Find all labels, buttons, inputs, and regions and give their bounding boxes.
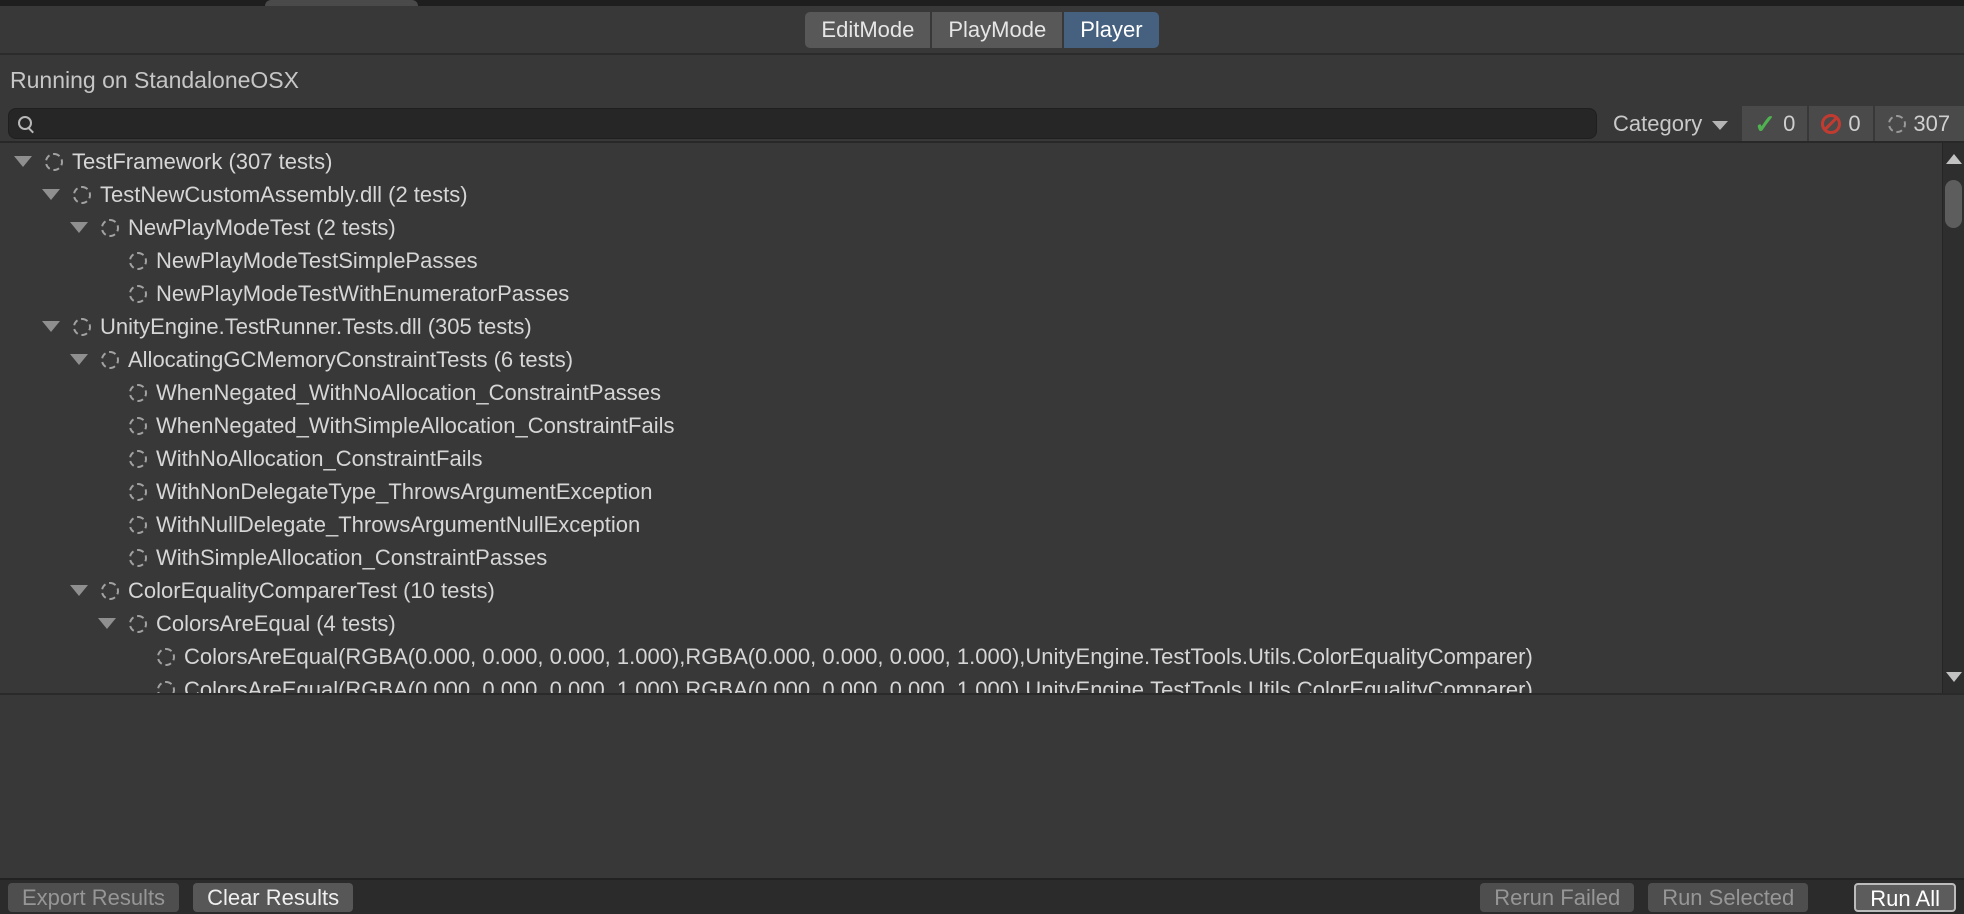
tree-row[interactable]: TestFramework (307 tests) [0,145,1940,178]
test-status-not-run-icon [129,417,147,435]
test-tree: TestFramework (307 tests) TestNewCustomAs… [0,145,1940,695]
test-tree-panel: TestFramework (307 tests) TestNewCustomAs… [0,143,1964,695]
test-status-not-run-icon [101,219,119,237]
footer-toolbar: Export Results Clear Results Rerun Failed… [0,878,1964,914]
test-name-label: WithNullDelegate_ThrowsArgumentNullExcep… [156,512,640,538]
foldout-arrow-icon[interactable] [14,156,32,167]
run-all-button[interactable]: Run All [1854,883,1956,912]
fail-icon [1821,114,1841,134]
scroll-up-arrow-icon[interactable] [1946,154,1962,164]
result-filter-group: ✓00307 [1740,106,1964,141]
clear-results-button[interactable]: Clear Results [193,883,353,912]
passed-count-button[interactable]: ✓0 [1742,106,1807,141]
test-status-not-run-icon [129,516,147,534]
filter-toolbar: Category ✓00307 [0,106,1964,143]
test-name-label: NewPlayModeTestSimplePasses [156,248,478,274]
foldout-arrow-icon[interactable] [98,618,116,629]
failed-count: 0 [1848,111,1860,137]
mode-tab-bar: EditModePlayModePlayer [0,6,1964,53]
test-status-not-run-icon [129,549,147,567]
test-name-label: WhenNegated_WithSimpleAllocation_Constra… [156,413,674,439]
tree-row[interactable]: UnityEngine.TestRunner.Tests.dll (305 te… [0,310,1940,343]
footer-left-group: Export Results Clear Results [8,883,353,912]
scroll-down-arrow-icon[interactable] [1946,672,1962,682]
test-name-label: NewPlayModeTest (2 tests) [128,215,396,241]
scrollbar-thumb[interactable] [1945,180,1962,228]
window-top-edge [0,0,1964,6]
pass-icon: ✓ [1754,111,1776,137]
test-status-not-run-icon [73,186,91,204]
test-status-not-run-icon [129,615,147,633]
tree-row[interactable]: NewPlayModeTestWithEnumeratorPasses [0,277,1940,310]
test-status-not-run-icon [129,252,147,270]
tab-editmode[interactable]: EditMode [805,12,930,48]
not-run-count-button[interactable]: 307 [1875,106,1964,141]
category-dropdown[interactable]: Category [1601,106,1740,141]
test-name-label: WithSimpleAllocation_ConstraintPasses [156,545,547,571]
rerun-failed-button: Rerun Failed [1480,883,1634,912]
run-selected-button: Run Selected [1648,883,1808,912]
test-status-not-run-icon [45,153,63,171]
tree-row[interactable]: WhenNegated_WithNoAllocation_ConstraintP… [0,376,1940,409]
test-status-not-run-icon [73,318,91,336]
test-name-label: ColorsAreEqual(RGBA(0.000, 0.000, 0.000,… [184,677,1533,696]
tab-playmode[interactable]: PlayMode [932,12,1062,48]
foldout-arrow-icon[interactable] [70,222,88,233]
not-run-icon [1888,115,1906,133]
status-row: Running on StandaloneOSX [0,53,1964,106]
test-name-label: AllocatingGCMemoryConstraintTests (6 tes… [128,347,573,373]
test-name-label: NewPlayModeTestWithEnumeratorPasses [156,281,569,307]
tree-row[interactable]: AllocatingGCMemoryConstraintTests (6 tes… [0,343,1940,376]
tree-row[interactable]: WithSimpleAllocation_ConstraintPasses [0,541,1940,574]
mode-tab-group: EditModePlayModePlayer [805,12,1158,48]
tree-row[interactable]: WithNullDelegate_ThrowsArgumentNullExcep… [0,508,1940,541]
tab-player[interactable]: Player [1064,12,1158,48]
test-name-label: ColorsAreEqual (4 tests) [156,611,396,637]
window-tab-top-sliver [265,0,418,6]
export-results-button: Export Results [8,883,179,912]
chevron-down-icon [1712,121,1728,130]
test-name-label: WithNonDelegateType_ThrowsArgumentExcept… [156,479,652,505]
test-name-label: UnityEngine.TestRunner.Tests.dll (305 te… [100,314,532,340]
test-status-not-run-icon [101,582,119,600]
search-field[interactable] [8,108,1597,139]
tree-row[interactable]: NewPlayModeTestSimplePasses [0,244,1940,277]
footer-right-group: Rerun Failed Run Selected Run All [1480,883,1956,912]
tree-row[interactable]: NewPlayModeTest (2 tests) [0,211,1940,244]
foldout-arrow-icon[interactable] [70,585,88,596]
foldout-arrow-icon[interactable] [42,189,60,200]
foldout-arrow-icon[interactable] [42,321,60,332]
test-name-label: WithNoAllocation_ConstraintFails [156,446,482,472]
tree-row[interactable]: ColorsAreEqual(RGBA(0.000, 0.000, 0.000,… [0,640,1940,673]
category-label: Category [1613,111,1702,137]
tree-row[interactable]: WithNonDelegateType_ThrowsArgumentExcept… [0,475,1940,508]
test-name-label: WhenNegated_WithNoAllocation_ConstraintP… [156,380,661,406]
test-status-not-run-icon [101,351,119,369]
failed-count-button[interactable]: 0 [1809,106,1872,141]
test-name-label: ColorEqualityComparerTest (10 tests) [128,578,495,604]
passed-count: 0 [1783,111,1795,137]
test-name-label: TestNewCustomAssembly.dll (2 tests) [100,182,468,208]
test-status-not-run-icon [157,681,175,696]
empty-area [0,695,1964,878]
test-status-not-run-icon [129,384,147,402]
status-text: Running on StandaloneOSX [10,67,299,94]
test-status-not-run-icon [129,285,147,303]
tree-row[interactable]: WithNoAllocation_ConstraintFails [0,442,1940,475]
not-run-count: 307 [1913,111,1950,137]
tree-row[interactable]: ColorsAreEqual (4 tests) [0,607,1940,640]
foldout-arrow-icon[interactable] [70,354,88,365]
test-name-label: TestFramework (307 tests) [72,149,332,175]
test-status-not-run-icon [157,648,175,666]
search-icon [17,115,35,133]
tree-row[interactable]: WhenNegated_WithSimpleAllocation_Constra… [0,409,1940,442]
test-status-not-run-icon [129,483,147,501]
test-name-label: ColorsAreEqual(RGBA(0.000, 0.000, 0.000,… [184,644,1533,670]
tree-row[interactable]: ColorEqualityComparerTest (10 tests) [0,574,1940,607]
test-status-not-run-icon [129,450,147,468]
tree-row[interactable]: TestNewCustomAssembly.dll (2 tests) [0,178,1940,211]
tree-row[interactable]: ColorsAreEqual(RGBA(0.000, 0.000, 0.000,… [0,673,1940,695]
search-input[interactable] [35,112,1588,135]
vertical-scrollbar[interactable] [1942,143,1964,693]
